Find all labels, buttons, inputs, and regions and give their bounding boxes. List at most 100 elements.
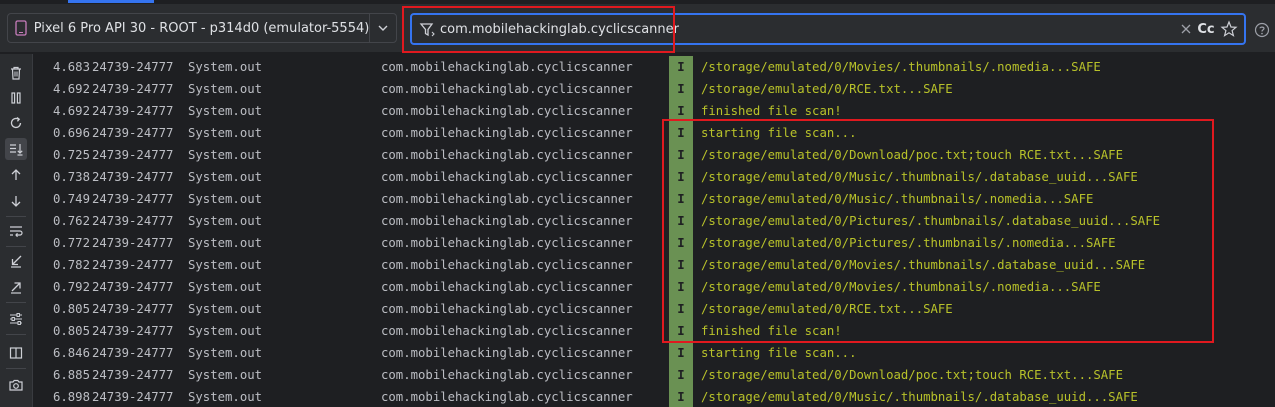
log-row[interactable]: 0.805 24739-24777 System.out com.mobilehack… xyxy=(34,298,1275,320)
log-timestamp: 0.725 xyxy=(52,148,90,162)
log-timestamp: 6.898 xyxy=(52,390,90,404)
previous-occurrence-button[interactable] xyxy=(5,164,27,186)
toolbar-separator xyxy=(6,368,26,369)
log-row[interactable]: 0.792 24739-24777 System.out com.mobilehack… xyxy=(34,276,1275,298)
pause-button[interactable] xyxy=(5,87,27,109)
log-row[interactable]: 0.762 24739-24777 System.out com.mobilehack… xyxy=(34,210,1275,232)
log-row[interactable]: 6.846 24739-24777 System.out com.mobilehack… xyxy=(34,342,1275,364)
scroll-to-end-button[interactable] xyxy=(5,138,27,160)
log-message: /storage/emulated/0/RCE.txt...SAFE xyxy=(701,302,953,316)
log-row[interactable]: 0.805 24739-24777 System.out com.mobilehack… xyxy=(34,320,1275,342)
log-package: com.mobilehackinglab.cyclicscanner xyxy=(381,390,633,404)
clear-filter-icon[interactable] xyxy=(1178,21,1194,37)
log-timestamp: 6.846 xyxy=(52,346,90,360)
log-message: /storage/emulated/0/Pictures/.thumbnails… xyxy=(701,214,1161,228)
log-row[interactable]: 6.898 24739-24777 System.out com.mobilehack… xyxy=(34,386,1275,407)
log-timestamp: 0.696 xyxy=(52,126,90,140)
collapse-icon xyxy=(11,255,22,268)
log-level-badge: I xyxy=(669,188,693,210)
log-message: /storage/emulated/0/Movies/.thumbnails/.… xyxy=(701,258,1146,272)
log-level-badge: I xyxy=(669,342,693,364)
log-tag: System.out xyxy=(188,236,263,250)
log-process-id: 24739-24777 xyxy=(92,126,174,140)
log-row[interactable]: 0.749 24739-24777 System.out com.mobilehack… xyxy=(34,188,1275,210)
pause-icon xyxy=(11,92,21,104)
clear-logcat-button[interactable] xyxy=(5,62,27,84)
favorite-filter-star-icon[interactable] xyxy=(1220,20,1238,38)
restart-button[interactable] xyxy=(5,112,27,134)
log-level-badge: I xyxy=(669,144,693,166)
next-occurrence-button[interactable] xyxy=(5,190,27,212)
log-row[interactable]: 0.725 24739-24777 System.out com.mobilehack… xyxy=(34,144,1275,166)
log-package: com.mobilehackinglab.cyclicscanner xyxy=(381,258,633,272)
log-timestamp: 4.692 xyxy=(52,82,90,96)
filter-input[interactable] xyxy=(440,17,1140,41)
logcat-filter-field[interactable]: Cc xyxy=(410,13,1246,45)
log-process-id: 24739-24777 xyxy=(92,280,174,294)
log-level-badge: I xyxy=(669,232,693,254)
log-row[interactable]: 0.782 24739-24777 System.out com.mobilehack… xyxy=(34,254,1275,276)
log-process-id: 24739-24777 xyxy=(92,214,174,228)
log-timestamp: 0.782 xyxy=(52,258,90,272)
log-timestamp: 0.792 xyxy=(52,280,90,294)
log-package: com.mobilehackinglab.cyclicscanner xyxy=(381,82,633,96)
log-row[interactable]: 0.738 24739-24777 System.out com.mobilehack… xyxy=(34,166,1275,188)
log-timestamp: 0.805 xyxy=(52,324,90,338)
logcat-output[interactable]: 4.683 24739-24777 System.out com.mobilehack… xyxy=(34,56,1275,407)
trash-icon xyxy=(11,66,21,80)
log-tag: System.out xyxy=(188,82,263,96)
split-view-icon xyxy=(9,347,23,359)
log-message: starting file scan... xyxy=(701,346,857,360)
soft-wrap-button[interactable] xyxy=(5,220,27,242)
toolbar-separator xyxy=(6,216,26,217)
log-tag: System.out xyxy=(188,390,263,404)
screenshot-button[interactable] xyxy=(5,374,27,396)
log-process-id: 24739-24777 xyxy=(92,148,174,162)
log-process-id: 24739-24777 xyxy=(92,324,174,338)
log-message: /storage/emulated/0/Movies/.thumbnails/.… xyxy=(701,60,1101,74)
log-tag: System.out xyxy=(188,302,263,316)
log-package: com.mobilehackinglab.cyclicscanner xyxy=(381,170,633,184)
log-row[interactable]: 0.696 24739-24777 System.out com.mobilehack… xyxy=(34,122,1275,144)
help-icon[interactable] xyxy=(1254,22,1270,38)
log-row[interactable]: 4.683 24739-24777 System.out com.mobilehack… xyxy=(34,56,1275,78)
log-package: com.mobilehackinglab.cyclicscanner xyxy=(381,368,633,382)
log-message: finished file scan! xyxy=(701,324,842,338)
log-level-badge: I xyxy=(669,298,693,320)
log-message: /storage/emulated/0/Music/.thumbnails/.d… xyxy=(701,390,1138,404)
log-row[interactable]: 4.692 24739-24777 System.out com.mobilehack… xyxy=(34,78,1275,100)
log-message: /storage/emulated/0/Pictures/.thumbnails… xyxy=(701,236,1116,250)
log-package: com.mobilehackinglab.cyclicscanner xyxy=(381,192,633,206)
device-selector[interactable]: Pixel 6 Pro API 30 - ROOT - p314d0 (emul… xyxy=(7,13,397,43)
log-process-id: 24739-24777 xyxy=(92,346,174,360)
split-panels-button[interactable] xyxy=(5,342,27,364)
log-package: com.mobilehackinglab.cyclicscanner xyxy=(381,214,633,228)
chevron-down-icon[interactable] xyxy=(370,14,396,42)
active-tab-indicator xyxy=(68,0,154,3)
log-level-badge: I xyxy=(669,320,693,342)
log-row[interactable]: 0.772 24739-24777 System.out com.mobilehack… xyxy=(34,232,1275,254)
log-timestamp: 0.805 xyxy=(52,302,90,316)
log-row[interactable]: 6.885 24739-24777 System.out com.mobilehack… xyxy=(34,364,1275,386)
camera-icon xyxy=(9,379,23,391)
log-message: /storage/emulated/0/RCE.txt...SAFE xyxy=(701,82,953,96)
restart-icon xyxy=(10,116,22,129)
expand-button[interactable] xyxy=(5,276,27,298)
match-case-toggle[interactable]: Cc xyxy=(1196,18,1216,42)
log-process-id: 24739-24777 xyxy=(92,104,174,118)
toolbar-separator xyxy=(6,246,26,247)
log-level-badge: I xyxy=(669,56,693,78)
log-package: com.mobilehackinglab.cyclicscanner xyxy=(381,60,633,74)
toolbar-separator xyxy=(6,334,26,335)
log-level-badge: I xyxy=(669,78,693,100)
logcat-format-settings-button[interactable] xyxy=(5,308,27,330)
log-process-id: 24739-24777 xyxy=(92,236,174,250)
log-process-id: 24739-24777 xyxy=(92,302,174,316)
log-row[interactable]: 4.692 24739-24777 System.out com.mobilehack… xyxy=(34,100,1275,122)
collapse-button[interactable] xyxy=(5,250,27,272)
log-package: com.mobilehackinglab.cyclicscanner xyxy=(381,148,633,162)
filter-icon xyxy=(419,21,437,39)
log-package: com.mobilehackinglab.cyclicscanner xyxy=(381,104,633,118)
log-tag: System.out xyxy=(188,104,263,118)
log-message: /storage/emulated/0/Music/.thumbnails/.n… xyxy=(701,192,1094,206)
